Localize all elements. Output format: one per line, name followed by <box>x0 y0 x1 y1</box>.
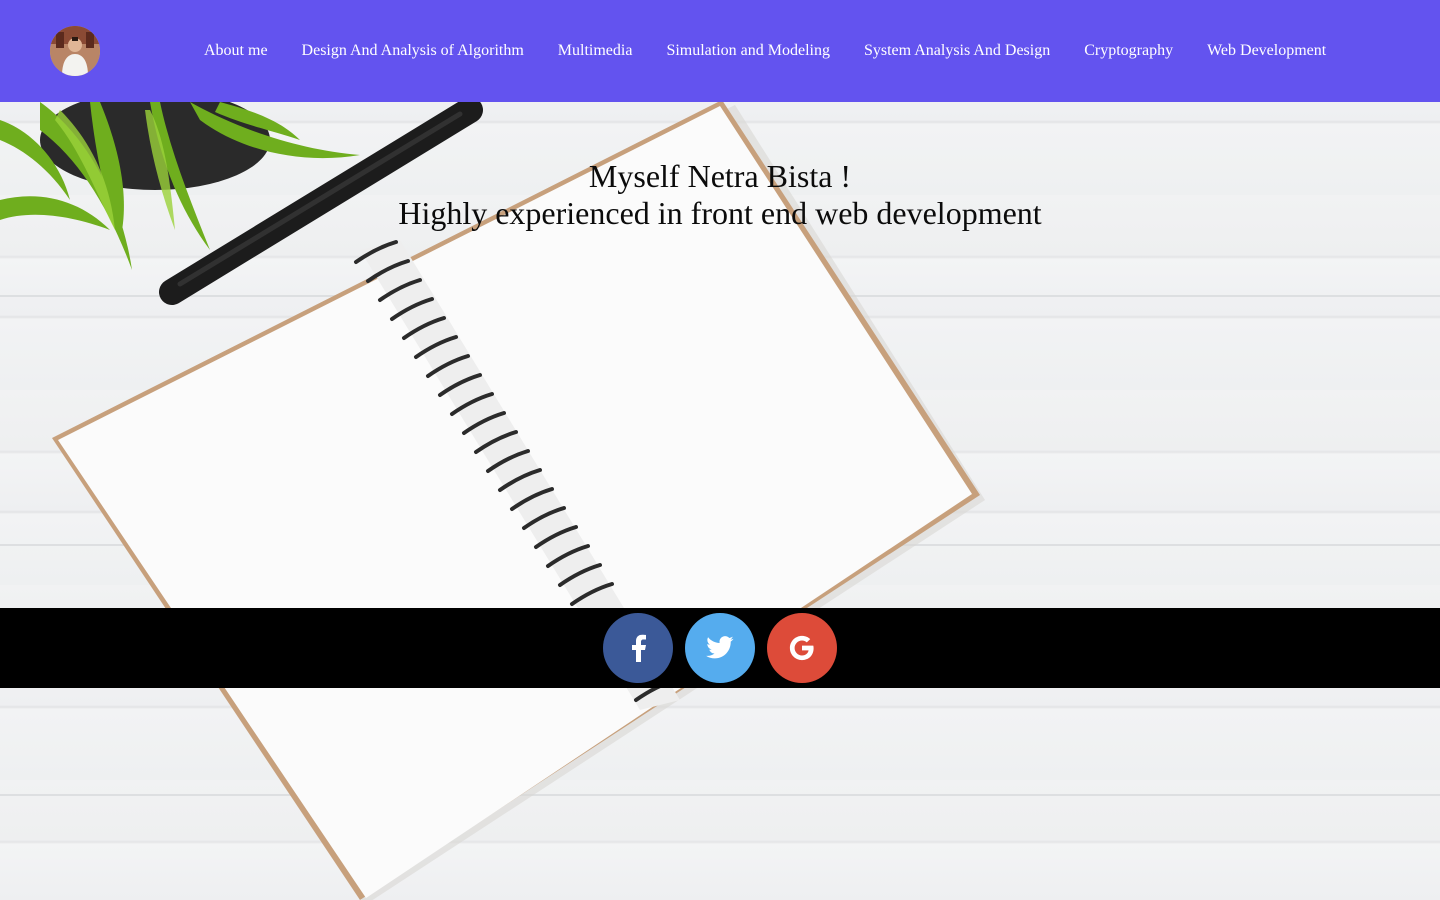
nav-item-cryptography[interactable]: Cryptography <box>1084 42 1173 60</box>
hero-section: Myself Netra Bista ! Highly experienced … <box>0 158 1440 232</box>
nav-item-about-me[interactable]: About me <box>204 42 268 60</box>
twitter-button[interactable] <box>685 613 755 683</box>
facebook-button[interactable] <box>603 613 673 683</box>
twitter-icon <box>706 636 734 659</box>
profile-avatar[interactable] <box>50 26 100 76</box>
nav-item-design-analysis-algorithm[interactable]: Design And Analysis of Algorithm <box>302 42 524 60</box>
google-button[interactable] <box>767 613 837 683</box>
background-image <box>0 0 1440 900</box>
nav-item-system-analysis-design[interactable]: System Analysis And Design <box>864 42 1050 60</box>
social-links-bar <box>0 608 1440 688</box>
hero-subtitle: Highly experienced in front end web deve… <box>398 195 1042 231</box>
nav-item-web-development[interactable]: Web Development <box>1207 42 1326 60</box>
nav-item-multimedia[interactable]: Multimedia <box>558 42 633 60</box>
google-icon <box>789 635 814 661</box>
top-navbar: About me Design And Analysis of Algorith… <box>0 0 1440 102</box>
hero-title: Myself Netra Bista ! <box>588 158 852 194</box>
desk-scene-illustration <box>0 90 1440 900</box>
avatar-photo <box>50 26 100 76</box>
facebook-icon <box>632 634 646 662</box>
nav-item-simulation-modeling[interactable]: Simulation and Modeling <box>666 42 830 60</box>
main-nav: About me Design And Analysis of Algorith… <box>204 0 1326 102</box>
